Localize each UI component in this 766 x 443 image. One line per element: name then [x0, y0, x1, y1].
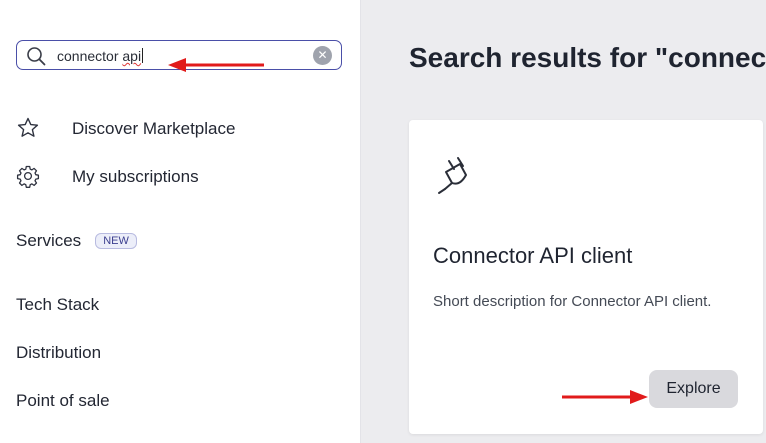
- search-icon: [27, 47, 46, 66]
- nav-discover-marketplace[interactable]: Discover Marketplace: [16, 115, 336, 141]
- search-input-misspelled: api: [122, 48, 142, 64]
- plug-icon: [438, 157, 467, 194]
- services-label: Services: [16, 231, 82, 250]
- nav-tech-stack[interactable]: Tech Stack: [16, 295, 99, 315]
- card-description: Short description for Connector API clie…: [433, 293, 712, 310]
- clear-search-button[interactable]: ✕: [313, 46, 332, 65]
- nav-point-of-sale[interactable]: Point of sale: [16, 391, 110, 411]
- gear-icon: [16, 165, 40, 188]
- text-caret: [142, 48, 144, 63]
- nav-item-cutoff[interactable]: [16, 433, 76, 443]
- nav-distribution[interactable]: Distribution: [16, 343, 101, 363]
- page-title: Search results for "connec: [409, 42, 766, 73]
- annotation-arrow-left-icon: [168, 58, 264, 72]
- search-input[interactable]: connector api: [57, 48, 144, 64]
- star-icon: [17, 117, 39, 137]
- annotation-arrow-right-icon: [562, 390, 648, 404]
- main-content: Search results for "connec Connector API…: [361, 0, 766, 443]
- new-badge: NEW: [95, 233, 137, 249]
- sidebar: connector api ✕ Discover Marketplace My …: [0, 0, 361, 443]
- nav-label: My subscriptions: [72, 167, 199, 186]
- search-input-text: connector: [57, 48, 123, 64]
- nav-my-subscriptions[interactable]: My subscriptions: [16, 163, 336, 189]
- nav-services[interactable]: Services NEW: [16, 231, 137, 251]
- result-card: Connector API client Short description f…: [409, 120, 763, 434]
- explore-button[interactable]: Explore: [649, 370, 738, 408]
- card-title: Connector API client: [433, 243, 633, 268]
- nav-label: Discover Marketplace: [72, 119, 236, 138]
